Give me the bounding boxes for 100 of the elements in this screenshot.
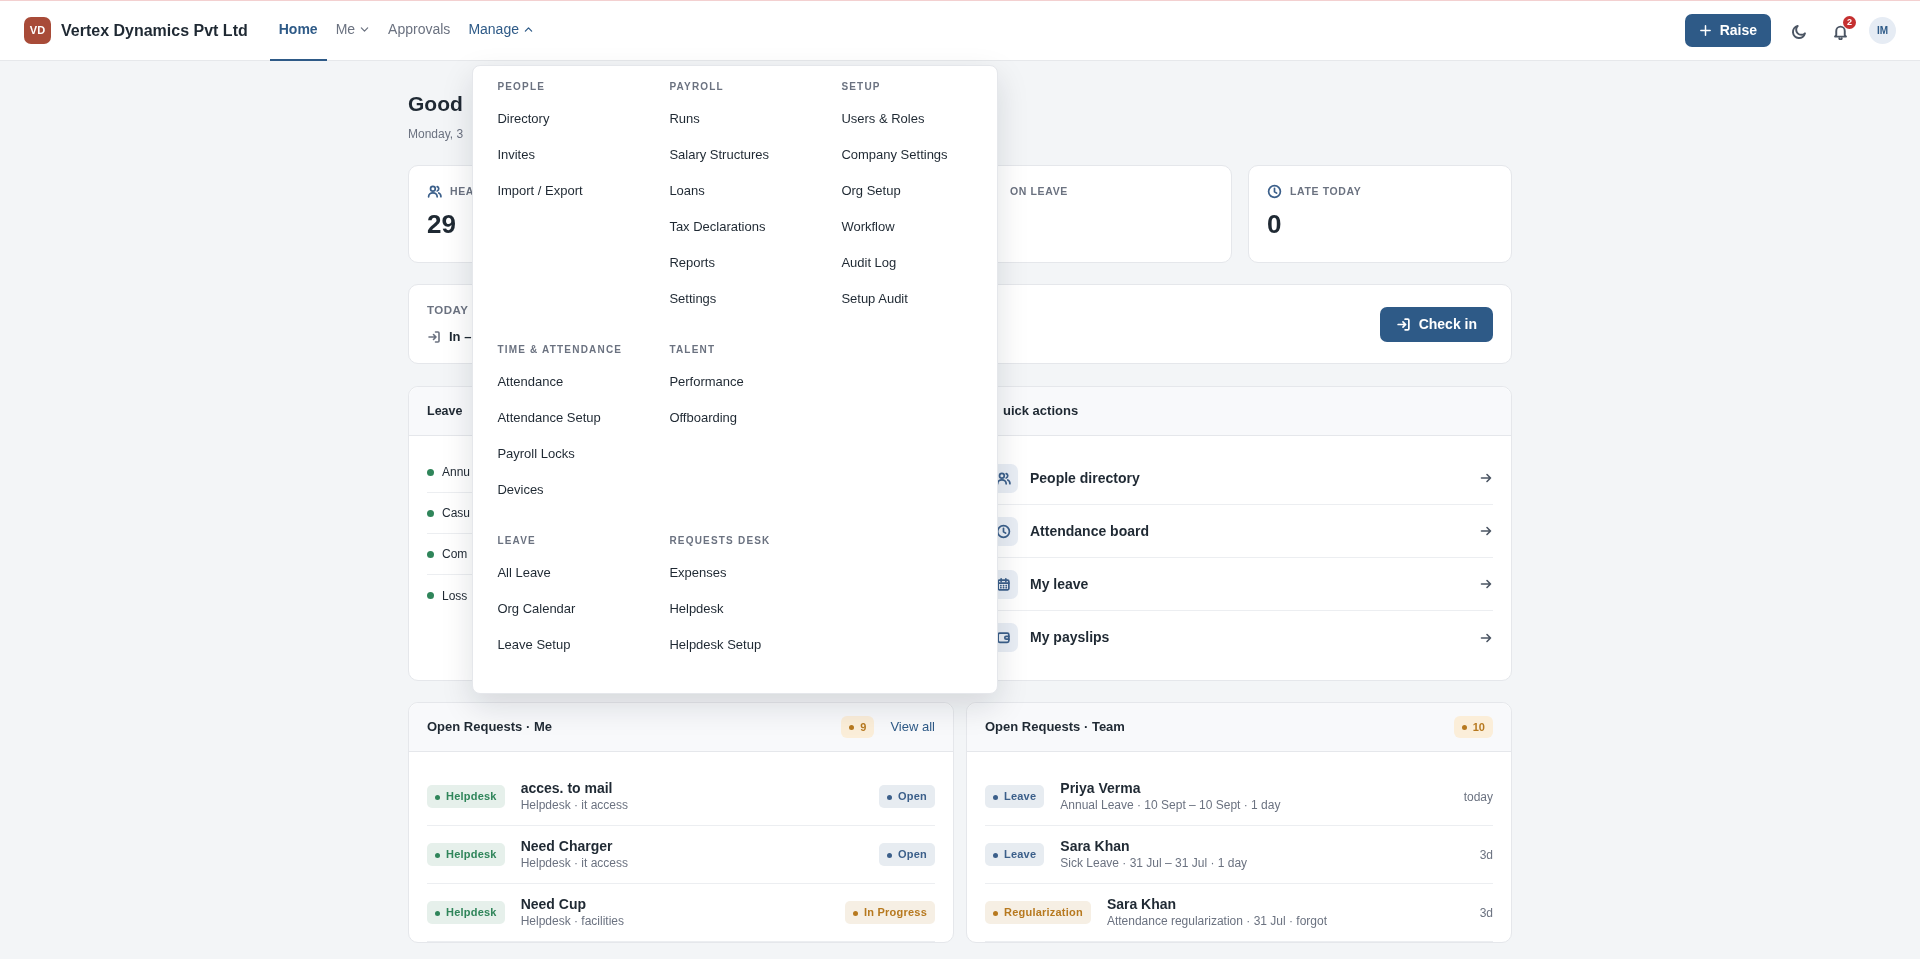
today-label: TODAY <box>427 302 470 318</box>
menu-item[interactable]: Directory <box>497 100 670 137</box>
people-icon <box>996 470 1011 486</box>
clock-icon <box>996 523 1011 539</box>
request-detail: Annual Leave · 10 Sept – 10 Sept · 1 day <box>1060 797 1282 814</box>
brand-name: Vertex Dynamics Pvt Ltd <box>61 20 248 41</box>
menu-item[interactable]: Company Settings <box>841 136 992 173</box>
menu-item[interactable]: Import / Export <box>497 172 670 209</box>
request-age: 3d <box>1479 904 1493 922</box>
menu-section-title: TIME & ATTENDANCE <box>497 342 624 357</box>
chevron-icon <box>359 24 371 35</box>
view-all-link[interactable]: View all <box>890 717 935 737</box>
category-tag: Helpdesk <box>427 785 505 808</box>
menu-section-title: PAYROLL <box>669 79 725 94</box>
quick-action-row[interactable]: My payslips <box>989 611 1493 664</box>
quick-action-label: My payslips <box>1030 628 1111 647</box>
stat-label: ON LEAVE <box>1010 184 1068 199</box>
requester-name: Sara Khan <box>1060 837 1131 855</box>
date-text: Monday, 3 <box>408 126 465 143</box>
arrow-right-icon <box>1479 577 1493 591</box>
request-subtitle: Helpdesk · it access <box>520 855 630 872</box>
card-title: Open Requests · Me <box>427 718 553 737</box>
request-row[interactable]: Helpdesk acces. to mail Helpdesk · it access Open <box>427 768 935 826</box>
menu-item[interactable]: Setup Audit <box>841 280 992 317</box>
request-row[interactable]: Leave Priya Verma Annual Leave · 10 Sept – 10 Sept · 1 day today <box>985 768 1493 826</box>
menu-item[interactable]: Attendance <box>497 363 670 400</box>
menu-item[interactable]: Audit Log <box>841 244 992 281</box>
quick-action-row[interactable]: Attendance board <box>989 505 1493 558</box>
request-detail: Sick Leave · 31 Jul – 31 Jul · 1 day <box>1060 855 1249 872</box>
menu-item[interactable]: Offboarding <box>669 399 842 436</box>
leave-type: Loss <box>442 587 468 605</box>
leave-type: Annu <box>442 464 471 481</box>
request-row[interactable]: Regularization Sara Khan Attendance regularization · 31 Jul · forgot 3d <box>985 884 1493 942</box>
quick-action-label: Attendance board <box>1030 521 1150 541</box>
sign-in-icon <box>1395 316 1411 332</box>
logo[interactable]: VD <box>24 17 51 44</box>
quick-action-row[interactable]: My leave <box>989 558 1493 611</box>
menu-item[interactable]: Loans <box>669 172 842 209</box>
menu-section-title: PEOPLE <box>497 79 547 94</box>
nav-tab[interactable]: Manage <box>459 0 543 61</box>
category-tag: Leave <box>985 843 1045 866</box>
nav-tab[interactable]: Me <box>326 0 380 61</box>
quick-action-label: People directory <box>1030 468 1141 488</box>
request-row[interactable]: Helpdesk Need Cup Helpdesk · facilities In Progress <box>427 884 935 942</box>
menu-item[interactable]: Tax Declarations <box>669 208 842 245</box>
sign-in-icon <box>427 329 441 344</box>
request-subtitle: Helpdesk · facilities <box>520 913 626 930</box>
raise-button[interactable]: Raise <box>1684 14 1771 47</box>
notifications-button[interactable]: 2 <box>1828 16 1853 45</box>
menu-item[interactable]: Devices <box>497 471 670 508</box>
menu-item[interactable]: All Leave <box>497 554 670 591</box>
stat-value: 0 <box>1267 207 1283 240</box>
stat-label: LATE TODAY <box>1290 184 1362 199</box>
menu-item[interactable]: Org Calendar <box>497 590 670 627</box>
menu-item[interactable]: Helpdesk <box>669 590 842 627</box>
people-icon <box>427 184 442 200</box>
moon-icon <box>1791 22 1808 40</box>
menu-item[interactable]: Users & Roles <box>841 100 992 137</box>
arrow-right-icon <box>1479 524 1493 538</box>
calendar-icon <box>996 576 1011 592</box>
card-title: Open Requests · Team <box>985 718 1126 737</box>
user-avatar[interactable]: IM <box>1869 17 1896 44</box>
request-title: Need Charger <box>520 837 614 855</box>
arrow-right-icon <box>1479 471 1493 485</box>
quick-action-label: My leave <box>1030 574 1090 594</box>
menu-item[interactable]: Workflow <box>841 208 992 245</box>
menu-item[interactable]: Salary Structures <box>669 136 842 173</box>
category-tag: Regularization <box>985 901 1091 924</box>
status-dot <box>427 550 434 558</box>
stat-label: HEA <box>450 184 475 199</box>
menu-item[interactable]: Org Setup <box>841 172 992 209</box>
notification-count: 2 <box>1843 15 1856 29</box>
status-tag: Open <box>879 785 935 808</box>
category-tag: Helpdesk <box>427 901 505 924</box>
menu-section-title: TALENT <box>669 342 717 357</box>
quick-action-row[interactable]: People directory <box>989 452 1493 505</box>
menu-item[interactable]: Payroll Locks <box>497 435 670 472</box>
request-subtitle: Helpdesk · it access <box>520 797 630 814</box>
check-in-button[interactable]: Check in <box>1379 306 1493 342</box>
request-age: today <box>1463 788 1493 806</box>
menu-section-title: LEAVE <box>497 533 537 548</box>
status-dot <box>427 592 434 599</box>
count-badge: 10 <box>1453 715 1493 739</box>
menu-item[interactable]: Expenses <box>669 554 842 591</box>
menu-item[interactable]: Performance <box>669 363 842 400</box>
nav-tab[interactable]: Home <box>269 0 327 61</box>
requester-name: Sara Khan <box>1106 895 1178 913</box>
request-row[interactable]: Helpdesk Need Charger Helpdesk · it access Open <box>427 826 935 884</box>
chevron-icon <box>522 24 534 35</box>
menu-item[interactable]: Helpdesk Setup <box>669 626 842 663</box>
menu-item[interactable]: Runs <box>669 100 842 137</box>
request-row[interactable]: Leave Sara Khan Sick Leave · 31 Jul – 31 Jul · 1 day 3d <box>985 826 1493 884</box>
menu-item[interactable]: Invites <box>497 136 670 173</box>
menu-item[interactable]: Settings <box>669 280 842 317</box>
request-detail: Attendance regularization · 31 Jul · forgot <box>1106 913 1328 930</box>
menu-item[interactable]: Attendance Setup <box>497 399 670 436</box>
status-dot <box>427 509 434 517</box>
menu-item[interactable]: Leave Setup <box>497 626 670 663</box>
nav-tab[interactable]: Approvals <box>379 0 460 61</box>
menu-item[interactable]: Reports <box>669 244 842 281</box>
